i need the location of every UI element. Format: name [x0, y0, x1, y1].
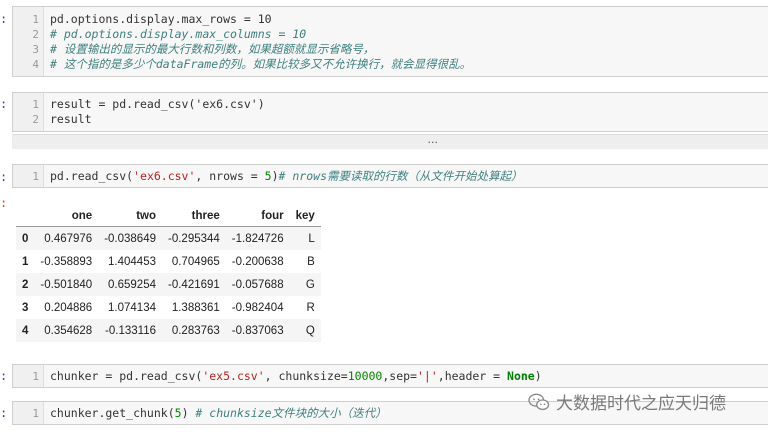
- string-literal: 'ex5.csv': [202, 369, 265, 383]
- code-line: pd.options.display.max_rows = 10: [50, 12, 272, 26]
- table-cell: R: [306, 301, 315, 314]
- table-row: 4 0.354628 -0.133116 0.283763 -0.837063 …: [16, 319, 321, 342]
- table-row: 2 -0.501840 0.659254 -0.421691 -0.057688…: [16, 273, 321, 296]
- table-cell: 0.283763: [171, 324, 220, 337]
- table-cell: B: [307, 255, 315, 268]
- table-cell: -0.421691: [168, 278, 220, 291]
- table-cell: 0.659254: [108, 278, 156, 291]
- code-cell-2[interactable]: 1 result = pd.read_csv('ex6.csv') 2 resu…: [12, 92, 768, 132]
- number-literal: 5: [174, 406, 182, 420]
- table-cell: 0.704965: [171, 255, 220, 268]
- table-row: 1 -0.358893 1.404453 0.704965 -0.200638 …: [16, 250, 321, 273]
- code-line: result = pd.read_csv('ex6.csv'): [50, 97, 265, 111]
- code-line: result: [50, 112, 92, 126]
- collapsed-output-bar[interactable]: ...: [12, 133, 768, 149]
- code-token: ): [271, 169, 279, 183]
- column-header: four: [225, 206, 290, 227]
- column-header: key: [289, 206, 321, 227]
- table-cell: -0.057688: [231, 278, 284, 291]
- table-cell: -0.038649: [104, 232, 156, 245]
- code-token: ): [181, 406, 196, 420]
- column-header: two: [98, 206, 162, 227]
- code-comment: # 设置输出的显示的最大行数和列数，如果超额就显示省略号，: [50, 42, 375, 56]
- table-cell: -0.358893: [40, 255, 93, 268]
- code-token: ,header =: [437, 369, 508, 383]
- code-comment: # chunksize文件块的大小（迭代）: [195, 406, 387, 420]
- line-number: 3: [32, 43, 39, 56]
- code-token: , nrows =: [195, 169, 265, 183]
- string-literal: 'ex6.csv': [133, 169, 196, 183]
- row-index: 0: [22, 232, 29, 245]
- code-token: , chunksize=: [264, 369, 348, 383]
- table-row: 0 0.467976 -0.038649 -0.295344 -1.824726…: [16, 226, 321, 250]
- line-number: 4: [32, 58, 39, 71]
- table-cell: L: [308, 232, 315, 245]
- wechat-icon: [528, 393, 550, 410]
- table-cell: 1.074134: [108, 301, 156, 314]
- code-comment: # 这个指的是多少个dataFrame的列。如果比较多又不允许换行，就会显得很乱…: [50, 57, 472, 71]
- number-literal: 10000: [347, 369, 383, 383]
- table-cell: -0.133116: [105, 324, 156, 337]
- code-cell-4[interactable]: 1 chunker = pd.read_csv('ex5.csv', chunk…: [12, 364, 768, 388]
- line-number: 1: [32, 13, 39, 26]
- line-number: 1: [32, 407, 39, 420]
- code-token: chunker = pd.read_csv(: [50, 369, 203, 383]
- code-comment: # pd.options.display.max_columns = 10: [50, 27, 307, 41]
- row-index: 4: [22, 324, 29, 337]
- table-cell: -0.295344: [168, 232, 220, 245]
- row-index: 2: [22, 278, 29, 291]
- line-number: 1: [32, 170, 39, 183]
- row-index: 1: [22, 255, 29, 268]
- row-index: 3: [22, 301, 29, 314]
- code-token: chunker.get_chunk(: [50, 406, 175, 420]
- dataframe-output: one two three four key 0 0.467976 -0.038…: [16, 206, 321, 342]
- table-cell: 1.404453: [108, 255, 156, 268]
- table-cell: 1.388361: [171, 301, 220, 314]
- column-header: one: [34, 206, 99, 227]
- code-cell-3[interactable]: 1 pd.read_csv('ex6.csv', nrows = 5)# nro…: [12, 164, 768, 188]
- table-cell: 0.354628: [44, 324, 93, 337]
- table-cell: 0.467976: [44, 232, 93, 245]
- collapsed-output-ellipsis[interactable]: ...: [428, 133, 439, 146]
- output-prompt: :: [0, 196, 8, 210]
- line-number: 1: [32, 98, 39, 111]
- column-header: [16, 206, 35, 227]
- table-header-row: one two three four key: [16, 206, 321, 227]
- watermark: 大数据时代之应天归德: [528, 389, 726, 414]
- string-literal: '|': [416, 369, 438, 383]
- code-line: chunker.get_chunk(5) # chunksize文件块的大小（迭…: [50, 406, 387, 421]
- code-cell-1[interactable]: 1 pd.options.display.max_rows = 10 2 # p…: [12, 6, 768, 77]
- code-token: ,sep=: [382, 369, 417, 383]
- line-number: 2: [32, 28, 39, 41]
- code-token: pd.read_csv(: [50, 169, 134, 183]
- table-cell: G: [305, 278, 315, 291]
- table-row: 3 0.204886 1.074134 1.388361 -0.982404 R: [16, 296, 321, 319]
- code-token: ): [534, 369, 542, 383]
- code-line: chunker = pd.read_csv('ex5.csv', chunksi…: [50, 369, 542, 384]
- table-cell: -0.837063: [231, 324, 284, 337]
- column-header: three: [162, 206, 226, 227]
- code-line: pd.read_csv('ex6.csv', nrows = 5)# nrows…: [50, 169, 523, 184]
- code-comment: # nrows需要读取的行数（从文件开始处算起）: [278, 169, 523, 183]
- table-cell: Q: [305, 324, 315, 337]
- watermark-text: 大数据时代之应天归德: [556, 394, 726, 414]
- table-cell: -1.824726: [231, 232, 284, 245]
- keyword: None: [507, 369, 535, 383]
- number-literal: 5: [264, 169, 272, 183]
- table-cell: 0.204886: [44, 301, 93, 314]
- line-number: 2: [32, 113, 39, 126]
- line-number: 1: [32, 370, 39, 383]
- table-cell: -0.501840: [40, 278, 93, 291]
- table-cell: -0.200638: [231, 255, 284, 268]
- table-cell: -0.982404: [231, 301, 284, 314]
